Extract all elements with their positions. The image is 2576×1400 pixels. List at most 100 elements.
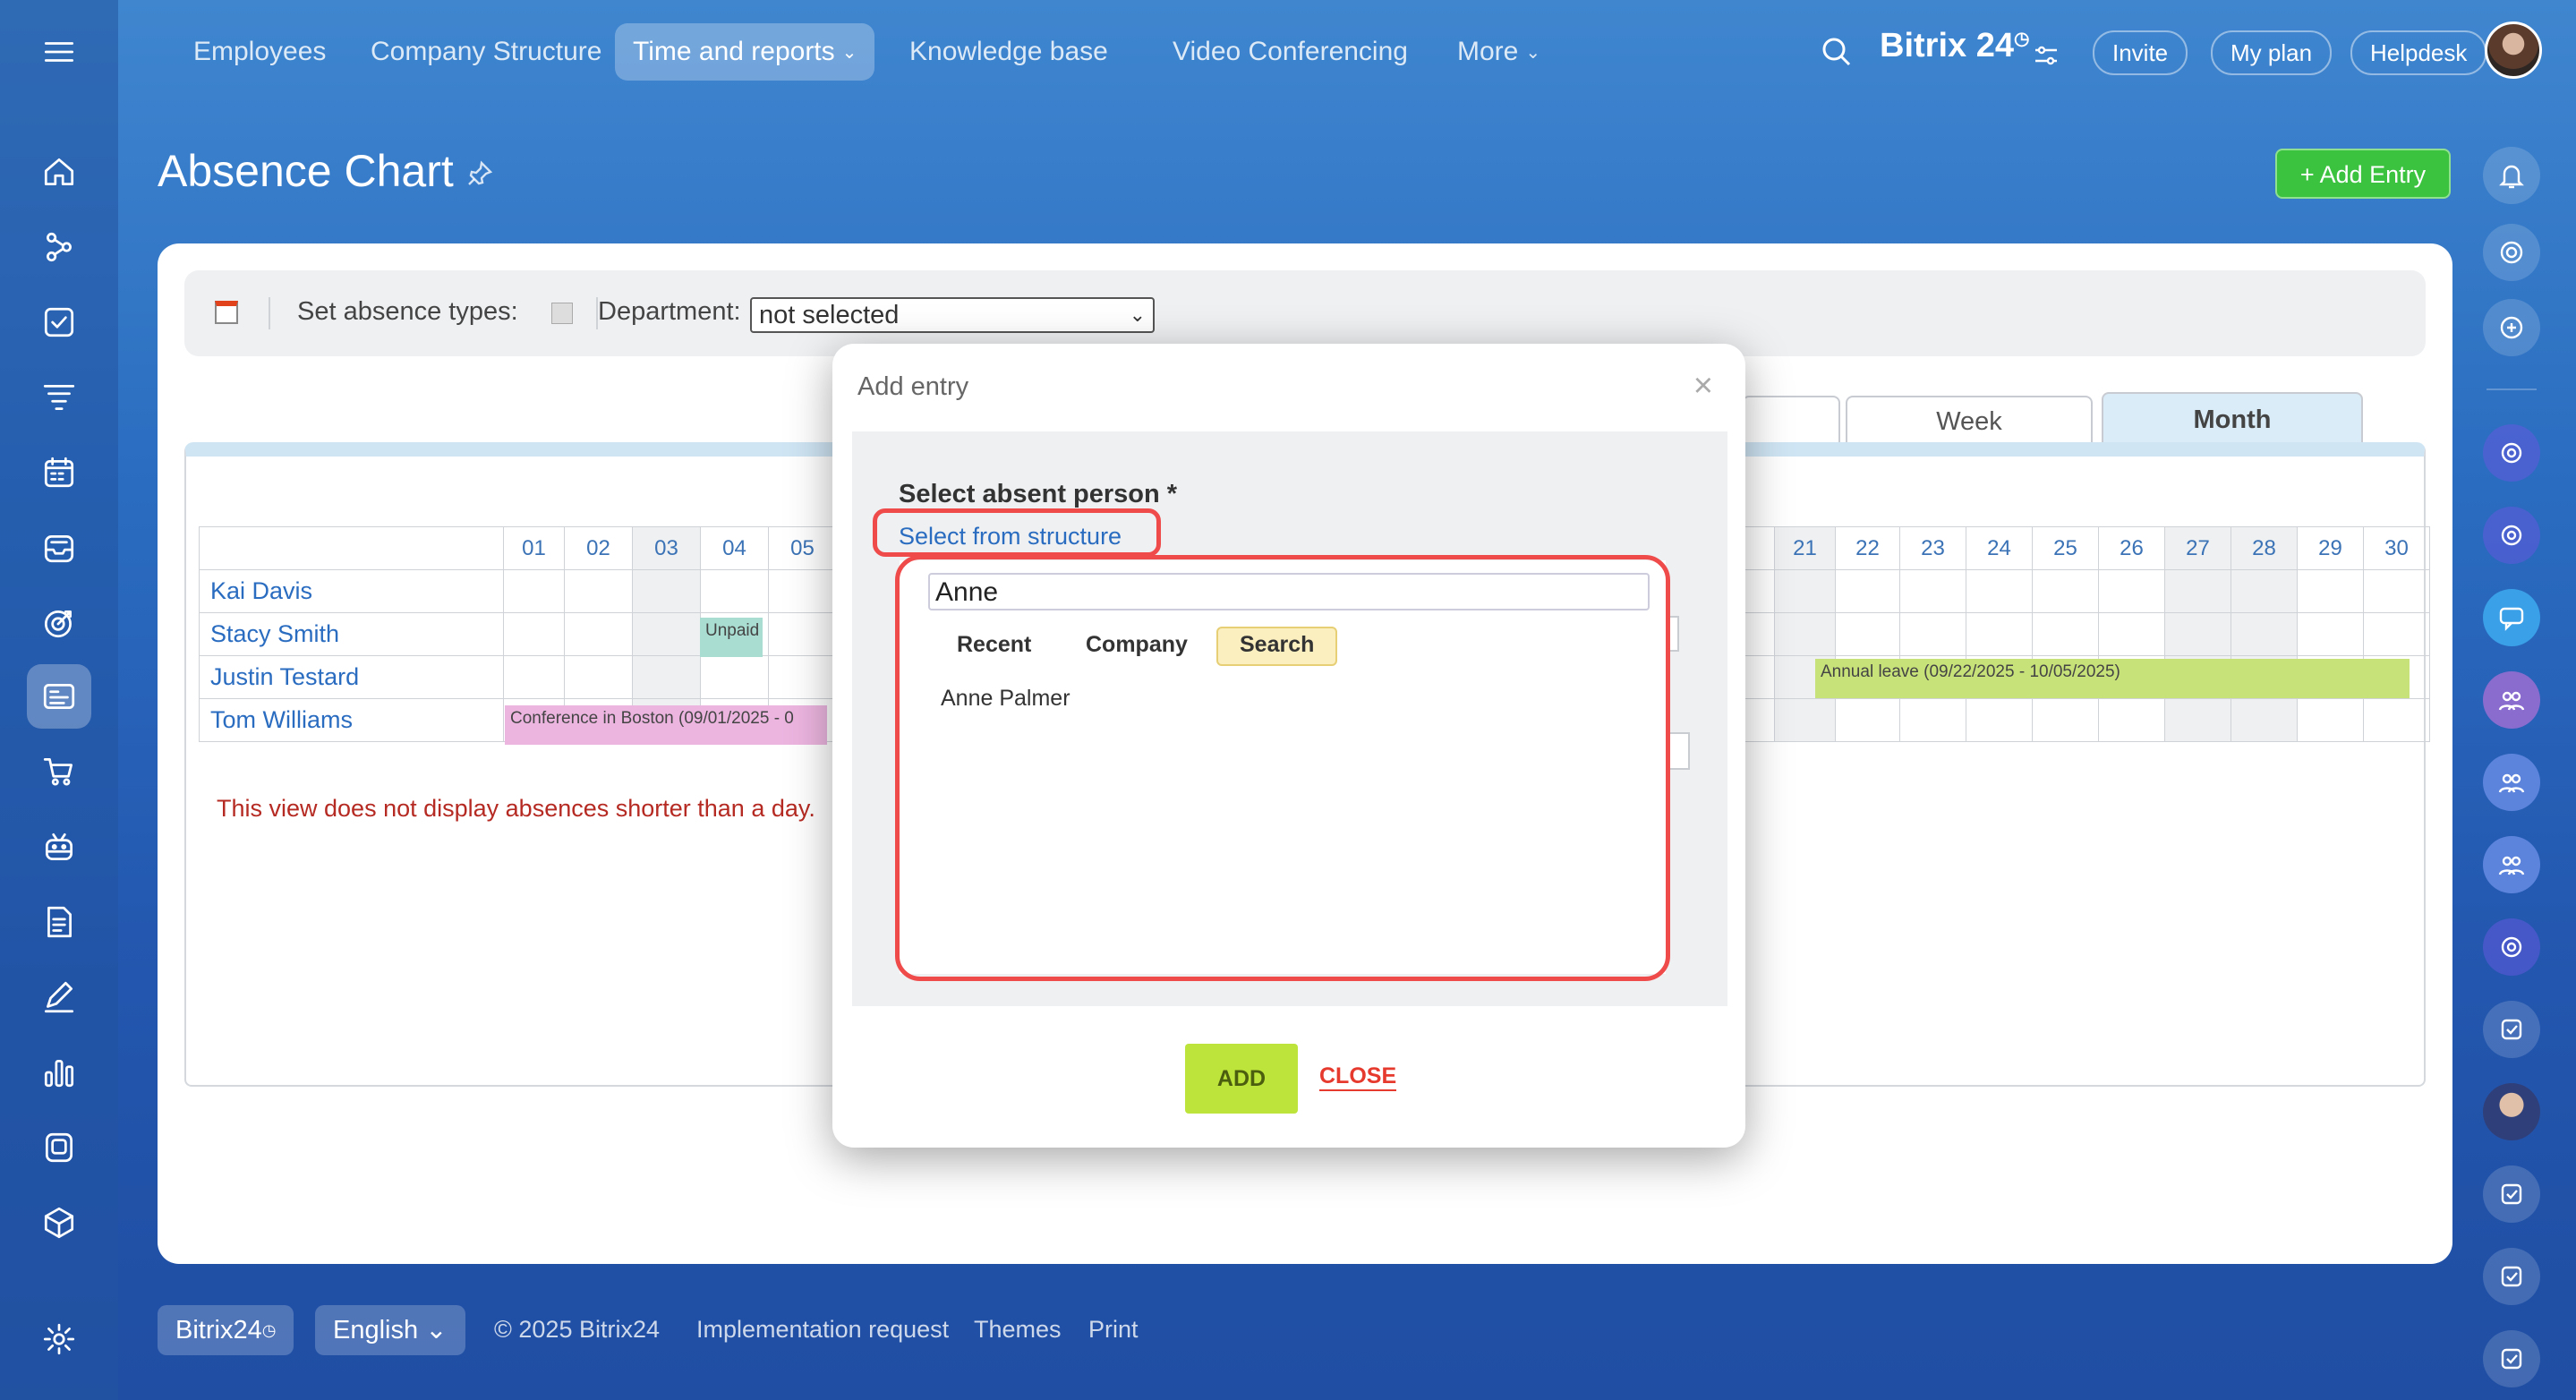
task-chat-icon[interactable] [2483, 1330, 2540, 1387]
sign-icon[interactable] [27, 965, 91, 1029]
task-chat-icon[interactable] [2483, 1001, 2540, 1058]
absence-types-checkbox[interactable] [551, 303, 573, 324]
day-header: 05 [768, 526, 837, 570]
chat-avatar-icon[interactable] [2483, 918, 2540, 976]
day-header: 24 [1966, 526, 2033, 570]
separator [269, 297, 270, 329]
day-header: 04 [700, 526, 769, 570]
tab-week[interactable]: Week [1846, 396, 2093, 444]
absence-unpaid[interactable]: Unpaid [700, 618, 763, 657]
right-bar [2460, 104, 2576, 1400]
chat-search-icon[interactable] [2483, 299, 2540, 356]
chevron-down-icon: ⌄ [425, 1316, 448, 1345]
tasks-icon[interactable] [27, 290, 91, 354]
print-link[interactable]: Print [1088, 1316, 1139, 1344]
chat-avatar-icon[interactable] [2483, 424, 2540, 482]
close-button[interactable]: CLOSE [1319, 1063, 1397, 1091]
employee-name[interactable]: Tom Williams [199, 698, 504, 742]
dialog-title: Add entry [857, 372, 969, 401]
helpdesk-button[interactable]: Helpdesk [2350, 30, 2487, 75]
bell-icon[interactable] [2483, 147, 2540, 204]
day-header: 02 [564, 526, 633, 570]
clock-icon: ◷ [2013, 29, 2030, 49]
language-select[interactable]: English ⌄ [315, 1305, 465, 1355]
day-header: 30 [2363, 526, 2430, 570]
group-icon[interactable] [2483, 671, 2540, 729]
department-label: Department: [598, 297, 741, 326]
user-avatar[interactable] [2483, 1083, 2540, 1140]
chat-bubble-icon[interactable] [2483, 589, 2540, 646]
box-icon[interactable] [27, 1191, 91, 1255]
document-icon[interactable] [27, 890, 91, 954]
inbox-icon[interactable] [27, 516, 91, 580]
chevron-down-icon: ⌄ [1129, 303, 1146, 326]
group-icon[interactable] [2483, 754, 2540, 811]
clock-icon: ◷ [261, 1321, 277, 1339]
calendar-icon[interactable] [27, 440, 91, 505]
day-header: 26 [2098, 526, 2165, 570]
day-header: 21 [1774, 526, 1836, 570]
employee-name[interactable]: Stacy Smith [199, 612, 504, 656]
flows-icon[interactable] [27, 215, 91, 279]
day-header: 23 [1899, 526, 1966, 570]
chat-avatar-icon[interactable] [2483, 507, 2540, 564]
analytics-icon[interactable] [27, 1040, 91, 1105]
group-icon[interactable] [2483, 836, 2540, 893]
task-chat-icon[interactable] [2483, 1248, 2540, 1305]
highlight-select-link [873, 508, 1161, 557]
my-plan-button[interactable]: My plan [2211, 30, 2333, 75]
copyright: © 2025 Bitrix24 [494, 1316, 660, 1343]
feed-icon[interactable] [27, 664, 91, 729]
chevron-down-icon: ⌄ [841, 43, 857, 64]
nav-time-and-reports[interactable]: Time and reports ⌄ [615, 23, 875, 81]
themes-link[interactable]: Themes [974, 1316, 1062, 1344]
day-header: 29 [2297, 526, 2364, 570]
target-icon[interactable] [27, 591, 91, 655]
search-icon[interactable] [1819, 34, 1855, 70]
crm-funnel-icon[interactable] [27, 365, 91, 430]
tab-day[interactable] [1742, 396, 1840, 444]
tab-month[interactable]: Month [2102, 392, 2363, 444]
brand-logo: Bitrix 24◷ [1880, 27, 2030, 64]
home-icon[interactable] [27, 140, 91, 204]
pin-icon[interactable] [465, 159, 494, 188]
day-header: 25 [2032, 526, 2099, 570]
sliders-icon[interactable] [2032, 41, 2060, 70]
settings-icon[interactable] [27, 1307, 91, 1371]
day-header: 03 [632, 526, 701, 570]
absent-person-label: Select absent person * [899, 480, 1178, 508]
absence-annual-leave[interactable]: Annual leave (09/22/2025 - 10/05/2025) [1815, 659, 2410, 698]
nav-video-conferencing[interactable]: Video Conferencing [1155, 23, 1426, 81]
absence-conference[interactable]: Conference in Boston (09/01/2025 - 0 [505, 705, 827, 745]
implementation-request-link[interactable]: Implementation request [696, 1316, 949, 1344]
view-note: This view does not display absences shor… [217, 795, 815, 822]
knowledge-icon[interactable] [27, 1115, 91, 1180]
avatar[interactable] [2485, 21, 2542, 79]
department-select[interactable]: not selected ⌄ [750, 297, 1155, 333]
left-sidebar [0, 0, 118, 1400]
add-entry-button[interactable]: + Add Entry [2275, 149, 2451, 199]
task-chat-icon[interactable] [2483, 1165, 2540, 1223]
copilot-icon[interactable] [2483, 224, 2540, 281]
nav-employees[interactable]: Employees [175, 23, 344, 81]
add-button[interactable]: ADD [1185, 1044, 1298, 1114]
employee-name[interactable]: Justin Testard [199, 655, 504, 699]
menu-icon[interactable] [27, 20, 91, 84]
employee-name[interactable]: Kai Davis [199, 569, 504, 613]
separator [2486, 388, 2537, 390]
nav-more[interactable]: More ⌄ [1439, 23, 1558, 81]
close-icon[interactable]: × [1693, 367, 1713, 405]
day-header: 28 [2231, 526, 2298, 570]
robot-icon[interactable] [27, 815, 91, 879]
calendar-icon[interactable] [215, 301, 238, 324]
plus-icon: + [2299, 161, 2320, 188]
day-header: 01 [503, 526, 565, 570]
top-navigation: Employees Company Structure Time and rep… [118, 0, 2542, 104]
invite-button[interactable]: Invite [2093, 30, 2188, 75]
cart-icon[interactable] [27, 739, 91, 804]
day-header: 22 [1835, 526, 1900, 570]
nav-knowledge-base[interactable]: Knowledge base [891, 23, 1126, 81]
footer-brand[interactable]: Bitrix24◷ [158, 1305, 294, 1355]
nav-company-structure[interactable]: Company Structure [353, 23, 619, 81]
day-header: 27 [2164, 526, 2231, 570]
